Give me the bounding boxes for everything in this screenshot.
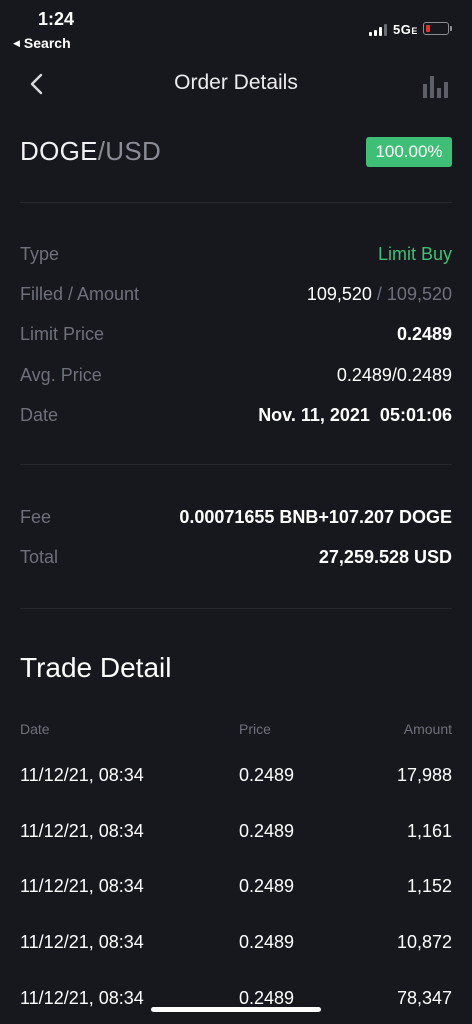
- status-back-label: Search: [23, 35, 71, 51]
- nav-bar: Order Details: [0, 60, 472, 108]
- fee-value: 0.00071655 BNB+107.207 DOGE: [179, 506, 452, 527]
- status-bar: 1:24 ◀ Search 5GE: [0, 0, 472, 56]
- filled-value: 109,520: [306, 283, 372, 304]
- chart-bars-icon: [423, 76, 448, 98]
- total-value: 27,259.528 USD: [318, 546, 452, 567]
- pair-quote: USD: [105, 136, 162, 166]
- status-back-to-search[interactable]: ◀ Search: [13, 35, 71, 51]
- avg-price-label: Avg. Price: [20, 364, 102, 385]
- trade-row: 11/12/21, 08:34 0.2489 17,988: [20, 765, 452, 789]
- trade-date: 11/12/21, 08:34: [20, 876, 144, 896]
- trade-amount: 17,988: [396, 765, 452, 785]
- date-row: Date Nov. 11, 2021 05:01:06: [20, 402, 452, 428]
- total-row: Total 27,259.528 USD: [20, 544, 452, 570]
- date-value: Nov. 11, 2021 05:01:06: [258, 404, 452, 425]
- limit-price-row: Limit Price 0.2489: [20, 321, 452, 347]
- divider: [20, 464, 452, 465]
- trade-price: 0.2489: [239, 932, 295, 952]
- filled-amount-value: 109,520 / 109,520: [307, 284, 452, 305]
- avg-price-value: 0.2489/0.2489: [336, 364, 452, 385]
- date-label: Date: [20, 404, 59, 425]
- trading-pair: DOGE/USD: [20, 136, 161, 167]
- trade-row: 11/12/21, 08:34 0.2489 10,872: [20, 932, 452, 956]
- column-header-amount: Amount: [403, 721, 452, 737]
- limit-price-label: Limit Price: [20, 323, 105, 344]
- fee-row: Fee 0.00071655 BNB+107.207 DOGE: [20, 504, 452, 530]
- filled-amount-separator: /: [371, 283, 387, 304]
- type-value: Limit Buy: [377, 243, 452, 264]
- pair-base: DOGE: [20, 136, 98, 166]
- battery-icon: [423, 22, 452, 35]
- trade-date: 11/12/21, 08:34: [20, 932, 144, 952]
- trade-amount: 1,152: [406, 876, 452, 896]
- column-header-date: Date: [20, 721, 50, 737]
- limit-price-value: 0.2489: [396, 323, 452, 344]
- trade-detail-title: Trade Detail: [20, 652, 172, 683]
- trade-price: 0.2489: [239, 876, 295, 896]
- page-title: Order Details: [174, 71, 298, 94]
- type-row: Type Limit Buy: [20, 241, 452, 267]
- trade-price: 0.2489: [239, 988, 295, 1008]
- divider: [20, 202, 452, 203]
- amount-value: 109,520: [386, 283, 452, 304]
- fee-label: Fee: [20, 506, 52, 527]
- filled-amount-row: Filled / Amount 109,520 / 109,520: [20, 281, 452, 307]
- trade-amount: 10,872: [396, 932, 452, 952]
- network-label: 5GE: [393, 22, 418, 37]
- avg-price-row: Avg. Price 0.2489/0.2489: [20, 362, 452, 388]
- type-label: Type: [20, 243, 60, 264]
- back-triangle-icon: ◀: [13, 37, 20, 48]
- column-header-price: Price: [239, 721, 271, 737]
- trade-amount: 1,161: [406, 821, 452, 841]
- chart-button[interactable]: [420, 70, 452, 100]
- trade-date: 11/12/21, 08:34: [20, 988, 144, 1008]
- filled-percent-badge: 100.00%: [366, 137, 452, 167]
- trade-row: 11/12/21, 08:34 0.2489 1,161: [20, 821, 452, 845]
- status-time: 1:24: [38, 9, 75, 29]
- trade-date: 11/12/21, 08:34: [20, 821, 144, 841]
- trade-price: 0.2489: [239, 821, 295, 841]
- trade-amount: 78,347: [396, 988, 452, 1008]
- total-label: Total: [20, 546, 59, 567]
- home-indicator[interactable]: [151, 1007, 321, 1012]
- trade-date: 11/12/21, 08:34: [20, 765, 144, 785]
- signal-icon: [369, 24, 387, 36]
- trade-price: 0.2489: [239, 765, 295, 785]
- divider: [20, 608, 452, 609]
- filled-amount-label: Filled / Amount: [20, 283, 140, 304]
- trade-row: 11/12/21, 08:34 0.2489 1,152: [20, 876, 452, 900]
